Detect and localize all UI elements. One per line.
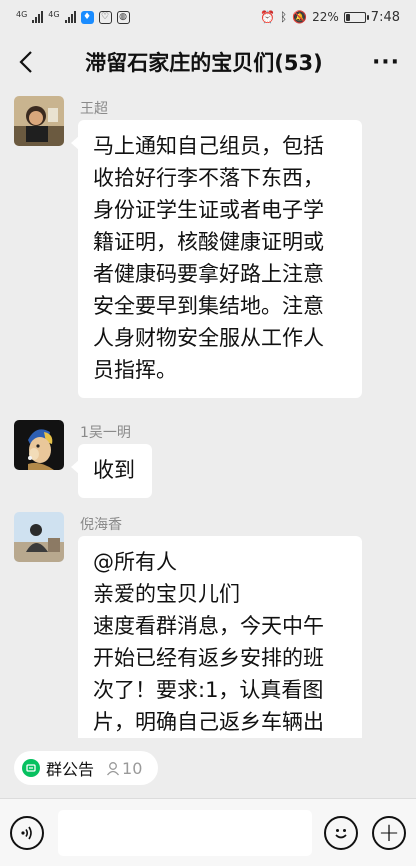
avatar[interactable] <box>14 96 64 146</box>
status-left: 4G 4G ♦ ♡ ◍ <box>16 9 130 24</box>
signal-icon <box>64 11 76 23</box>
app-notification-icon: ♦ <box>80 10 94 24</box>
sender-name: 倪海香 <box>80 517 122 533</box>
avatar-pearl-earring-dog <box>14 420 64 470</box>
avatar-photo-outdoor <box>14 512 64 562</box>
more-functions-button[interactable]: + <box>372 815 406 850</box>
emoji-button[interactable] <box>324 815 358 850</box>
status-right: ⏰ ᛒ 🔕 22% 7:48 <box>260 10 400 25</box>
message-line: 人身财物安全服从工作人 <box>93 326 324 350</box>
message-line: 身份证学生证或者电子学 <box>93 198 324 222</box>
heart-icon: ♡ <box>98 10 112 24</box>
notice-area: 群公告 10 <box>0 738 416 798</box>
more-dots-icon: ··· <box>371 49 401 75</box>
message-line: 者健康码要拿好路上注意 <box>93 262 324 286</box>
chat-header: 滞留石家庄的宝贝们(53) ··· <box>0 34 416 90</box>
bluetooth-icon: ᛒ <box>279 10 288 24</box>
message-bubble[interactable]: 马上通知自己组员，包括 收拾好行李不落下东西， 身份证学生证或者电子学 籍证明，… <box>71 120 362 398</box>
voice-button[interactable] <box>10 815 44 850</box>
chat-title: 滞留石家庄的宝贝们(53) <box>85 51 323 75</box>
emoji-icon <box>335 828 347 838</box>
sender-name: 1吴一明 <box>80 425 131 441</box>
clock: 7:48 <box>370 9 400 25</box>
message-line: 亲爱的宝贝儿们 <box>93 582 240 606</box>
message-line: 速度看群消息，今天中午 <box>93 614 324 638</box>
announcement-icon <box>22 759 40 777</box>
back-button[interactable] <box>0 34 52 90</box>
message-line: 收拾好行李不落下东西， <box>93 166 324 190</box>
message-line: 开始已经有返乡安排的班 <box>93 646 324 670</box>
message-line: 收到 <box>93 458 135 482</box>
announcement-label: 群公告 <box>46 760 95 779</box>
avatar[interactable] <box>14 420 64 470</box>
message-line: 片，明确自己返乡车辆出 <box>93 710 324 734</box>
more-options-button[interactable]: ··· <box>356 34 416 90</box>
group-announcement-button[interactable]: 群公告 10 <box>14 751 159 785</box>
announcement-count: 10 <box>106 759 142 778</box>
message-list[interactable]: 王超 马上通知自己组员，包括 收拾好行李不落下东西， 身份证学生证或者电子学 籍… <box>0 90 416 738</box>
battery-fill <box>345 13 350 21</box>
mute-icon: 🔕 <box>292 10 308 24</box>
avatar-photo-person <box>14 96 64 146</box>
message-line: 次了！要求:1，认真看图 <box>93 678 324 702</box>
status-bar: 4G 4G ♦ ♡ ◍ ⏰ ᛒ 🔕 22% 7:48 <box>0 0 416 34</box>
network-type-1: 4G <box>16 9 28 19</box>
announcement-count-value: 10 <box>122 758 143 778</box>
alarm-icon: ⏰ <box>260 10 275 24</box>
message-bubble[interactable]: @所有人 亲爱的宝贝儿们 速度看群消息，今天中午 开始已经有返乡安排的班 次了！… <box>78 536 362 738</box>
avatar[interactable] <box>14 512 64 562</box>
battery-percent: 22% <box>312 10 339 24</box>
message-bubble[interactable]: 收到 <box>71 444 152 498</box>
message-line: @所有人 <box>93 550 177 574</box>
plus-icon: + <box>378 817 400 848</box>
message-line: 马上通知自己组员，包括 <box>93 134 324 158</box>
message-line: 籍证明，核酸健康证明或 <box>93 230 324 254</box>
signal-icon <box>32 11 44 23</box>
chevron-left-icon <box>19 51 32 73</box>
battery-icon <box>343 11 369 23</box>
person-icon <box>107 761 120 775</box>
network-type-2: 4G <box>48 9 60 19</box>
message-input[interactable] <box>58 809 312 856</box>
message-line: 员指挥。 <box>93 358 177 382</box>
voice-icon <box>21 826 32 839</box>
input-bar: + <box>0 798 416 866</box>
wechat-icon: ◍ <box>116 10 130 24</box>
message-line: 安全要早到集结地。注意 <box>93 294 324 318</box>
sender-name: 王超 <box>80 101 108 117</box>
